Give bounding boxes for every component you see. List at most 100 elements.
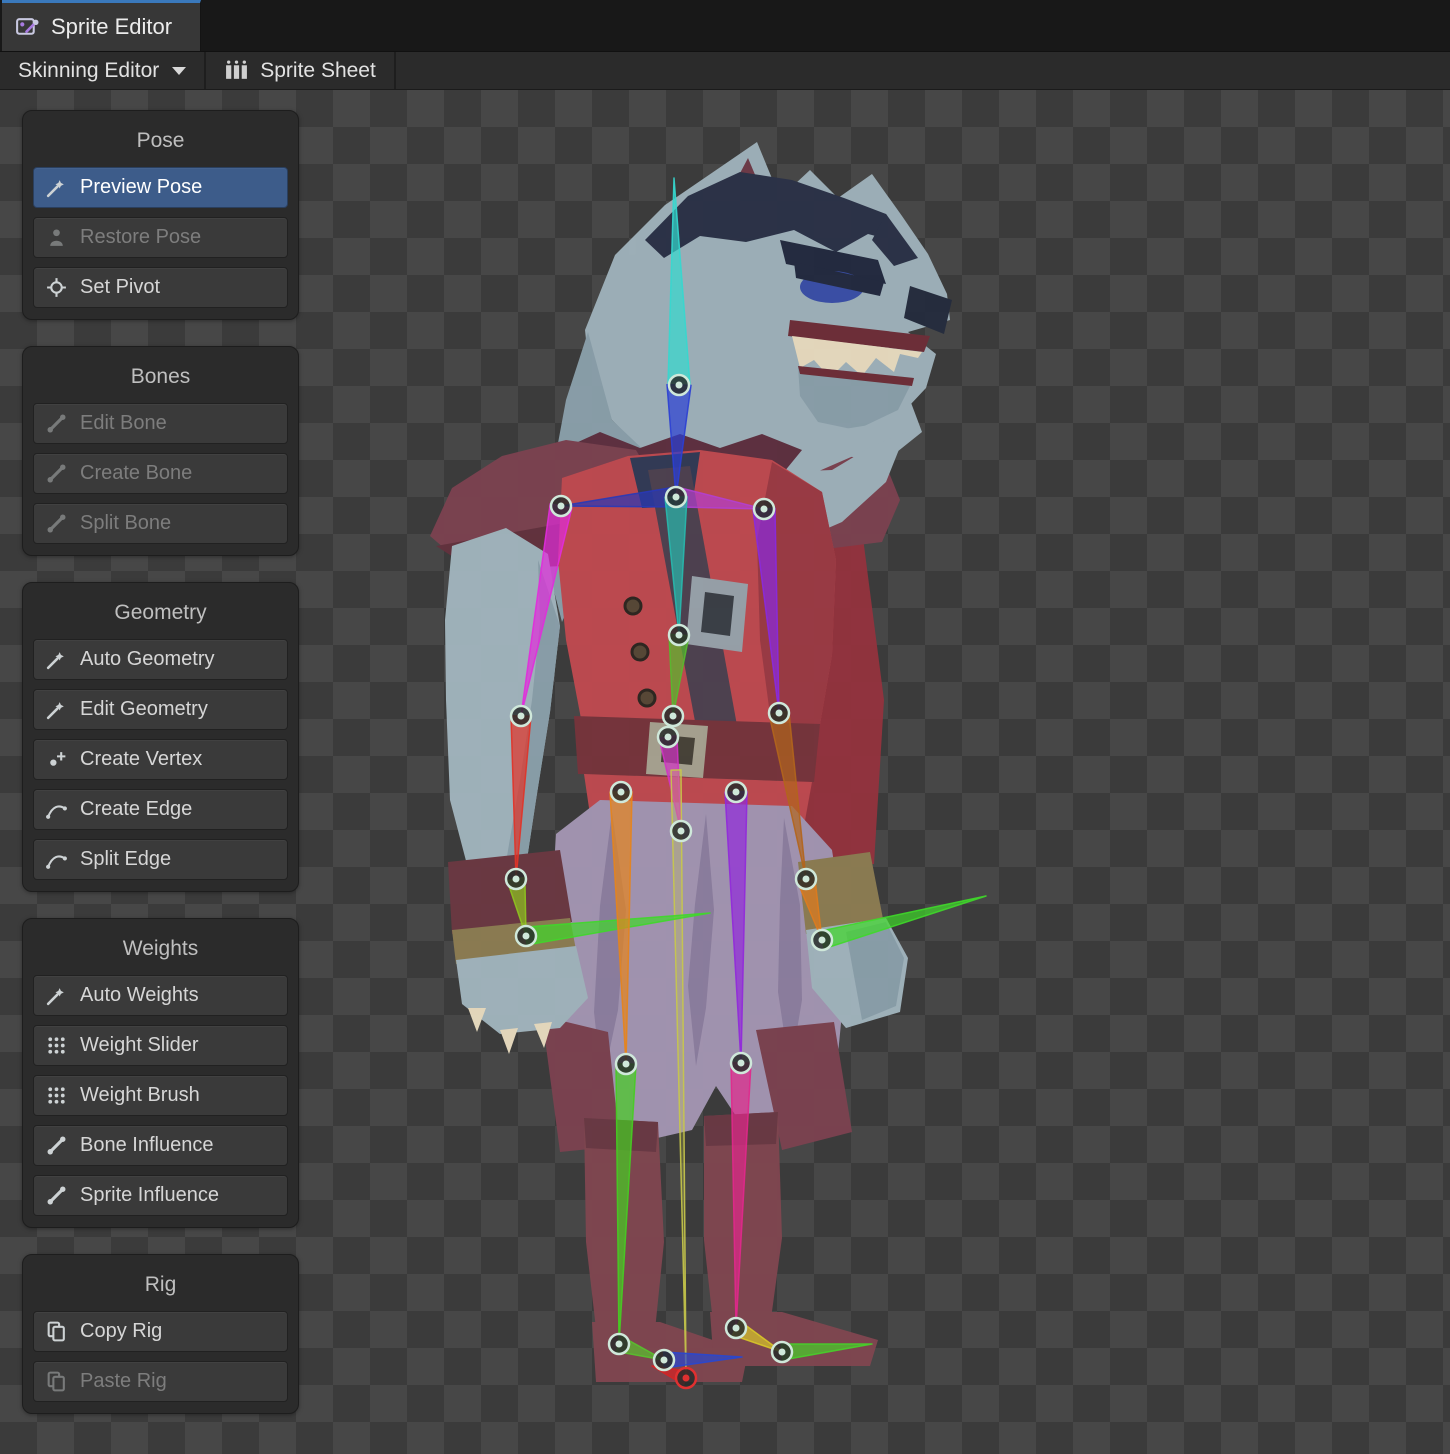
button-label: Restore Pose [80,226,201,249]
edit-bone-icon [45,412,68,435]
sprite-sheet-label: Sprite Sheet [260,59,376,83]
create-edge-icon [45,798,68,821]
button-label: Edit Geometry [80,698,208,721]
panel-title-bones: Bones [33,356,288,403]
bone-joint[interactable] [666,487,686,507]
sprite-sheet-button[interactable]: Sprite Sheet [206,52,394,89]
button-label: Create Bone [80,462,192,485]
bone-joint[interactable] [658,727,678,747]
sprite-influence-icon [45,1184,68,1207]
set-pivot-button[interactable]: Set Pivot [33,267,288,308]
copy-rig-button[interactable]: Copy Rig [33,1311,288,1352]
editor-mode-dropdown[interactable]: Skinning Editor [0,52,204,89]
copy-rig-icon [45,1320,68,1343]
weight-brush-icon [45,1084,68,1107]
window-tab-bar: Sprite Editor [0,0,1450,52]
tab-sprite-editor[interactable]: Sprite Editor [2,0,201,51]
bone-joint[interactable] [611,782,631,802]
restore-pose-icon [45,226,68,249]
button-label: Split Edge [80,848,171,871]
button-label: Edit Bone [80,412,167,435]
button-label: Weight Brush [80,1084,200,1107]
panel-title-weights: Weights [33,928,288,975]
panel-title-pose: Pose [33,120,288,167]
create-bone-button[interactable]: Create Bone [33,453,288,494]
create-edge-button[interactable]: Create Edge [33,789,288,830]
button-label: Split Bone [80,512,171,535]
button-label: Copy Rig [80,1320,162,1343]
weight-slider-icon [45,1034,68,1057]
button-label: Create Vertex [80,748,202,771]
sprite-editor-window: Sprite Editor Skinning Editor Sprite She… [0,0,1450,1454]
button-label: Set Pivot [80,276,160,299]
paste-rig-button[interactable]: Paste Rig [33,1361,288,1402]
button-label: Paste Rig [80,1370,167,1393]
button-label: Weight Slider [80,1034,199,1057]
bone-joint[interactable] [812,930,832,950]
bone-joint[interactable] [663,706,683,726]
sprite-editor-icon [14,14,41,41]
chevron-down-icon [172,67,186,75]
weight-brush-button[interactable]: Weight Brush [33,1075,288,1116]
panel-rig: Rig Copy Rig Paste Rig [22,1254,299,1414]
split-edge-icon [45,848,68,871]
split-edge-button[interactable]: Split Edge [33,839,288,880]
button-label: Sprite Influence [80,1184,219,1207]
bone-joint[interactable] [669,625,689,645]
set-pivot-icon [45,276,68,299]
create-vertex-icon [45,748,68,771]
panel-geometry: Geometry Auto Geometry Edit Geometry Create… [22,582,299,892]
tab-title: Sprite Editor [51,14,172,40]
preview-pose-button[interactable]: Preview Pose [33,167,288,208]
bone-joint[interactable] [726,1318,746,1338]
button-label: Preview Pose [80,176,202,199]
edit-geometry-icon [45,698,68,721]
bone-joint[interactable] [516,926,536,946]
bone-joint[interactable] [772,1342,792,1362]
bone-joint[interactable] [669,375,689,395]
button-label: Auto Weights [80,984,199,1007]
bone-influence-icon [45,1134,68,1157]
panel-title-rig: Rig [33,1264,288,1311]
preview-pose-icon [45,176,68,199]
bone-joint[interactable] [616,1054,636,1074]
bone-joint[interactable] [551,496,571,516]
panel-title-geometry: Geometry [33,592,288,639]
bone-joint[interactable] [726,782,746,802]
editor-mode-label: Skinning Editor [18,59,159,83]
split-bone-button[interactable]: Split Bone [33,503,288,544]
bone-joint[interactable] [506,869,526,889]
bone-joint[interactable] [731,1053,751,1073]
edit-geometry-button[interactable]: Edit Geometry [33,689,288,730]
panel-weights: Weights Auto Weights Weight Slider Weight B… [22,918,299,1228]
split-bone-icon [45,512,68,535]
bone-joint[interactable] [671,821,691,841]
sprite-sheet-icon [224,58,249,83]
panel-bones: Bones Edit Bone Create Bone Split Bone [22,346,299,556]
button-label: Auto Geometry [80,648,215,671]
bone-joint[interactable] [609,1334,629,1354]
auto-geometry-icon [45,648,68,671]
toolbar-separator [394,52,396,89]
sprite-influence-button[interactable]: Sprite Influence [33,1175,288,1216]
create-bone-icon [45,462,68,485]
auto-geometry-button[interactable]: Auto Geometry [33,639,288,680]
auto-weights-button[interactable]: Auto Weights [33,975,288,1016]
tool-panels: Pose Preview Pose Restore Pose Set Pivot Bon… [22,110,299,1414]
panel-pose: Pose Preview Pose Restore Pose Set Pivot [22,110,299,320]
restore-pose-button[interactable]: Restore Pose [33,217,288,258]
weight-slider-button[interactable]: Weight Slider [33,1025,288,1066]
bone-joint[interactable] [796,869,816,889]
edit-bone-button[interactable]: Edit Bone [33,403,288,444]
bone-joint[interactable] [511,706,531,726]
bone-joint[interactable] [754,499,774,519]
bone-joint[interactable] [654,1350,674,1370]
bone-joint[interactable] [769,703,789,723]
bone-influence-button[interactable]: Bone Influence [33,1125,288,1166]
button-label: Create Edge [80,798,192,821]
mode-toolbar: Skinning Editor Sprite Sheet [0,52,1450,90]
auto-weights-icon [45,984,68,1007]
button-label: Bone Influence [80,1134,213,1157]
create-vertex-button[interactable]: Create Vertex [33,739,288,780]
bone-joint[interactable] [676,1368,696,1388]
